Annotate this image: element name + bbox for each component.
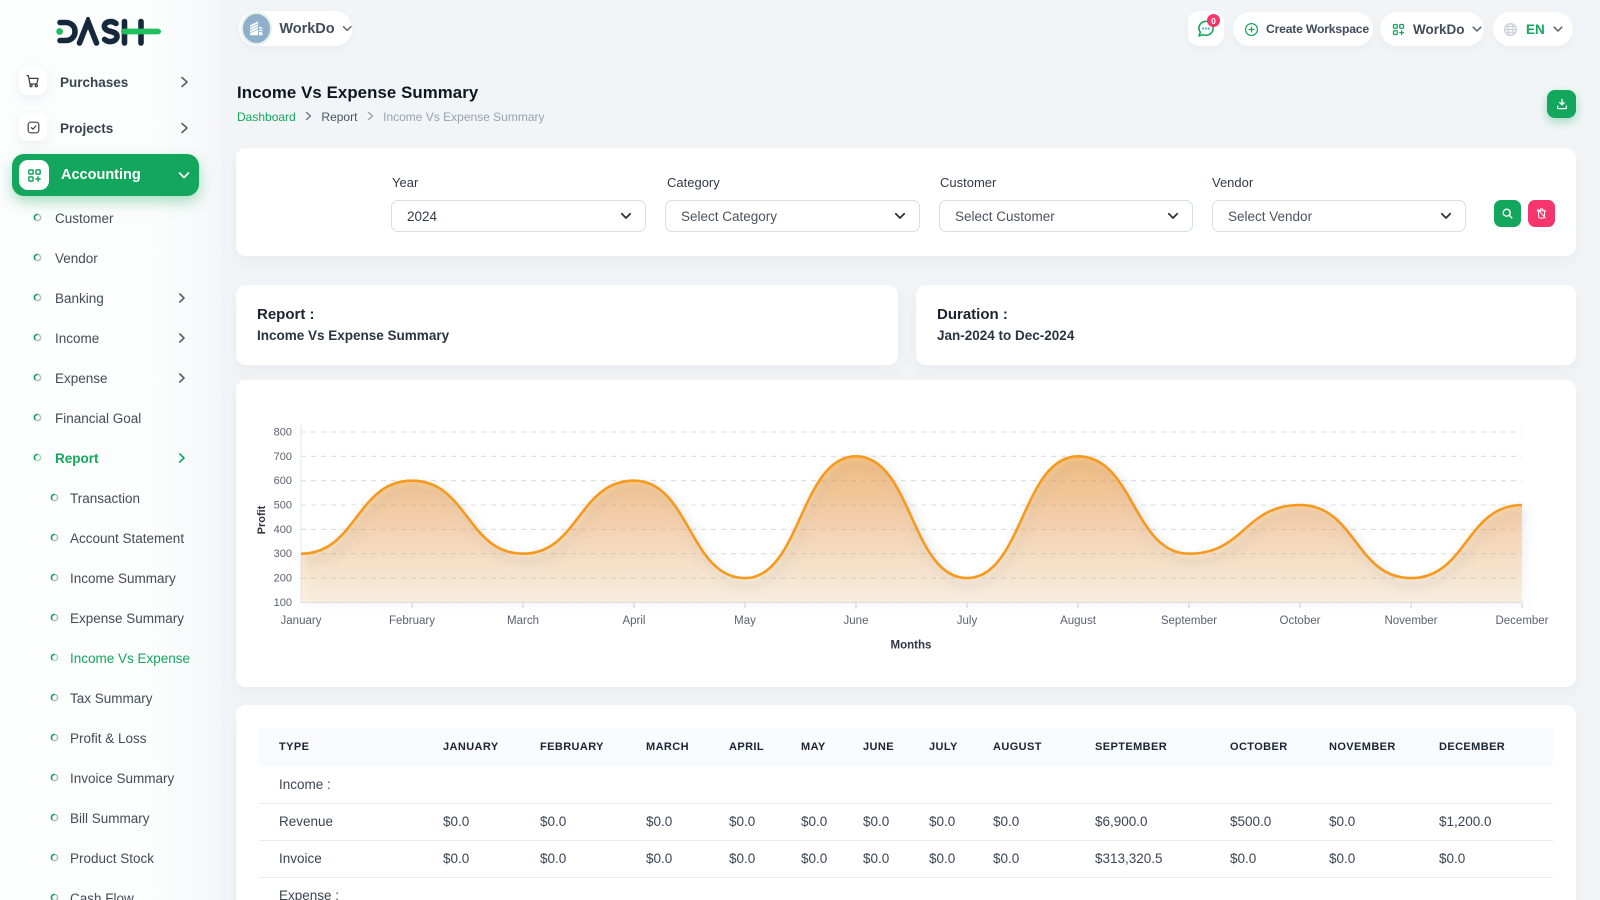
svg-text:March: March [507, 615, 539, 627]
svg-text:400: 400 [274, 524, 292, 536]
svg-text:300: 300 [274, 548, 292, 560]
svg-text:Months: Months [891, 640, 932, 652]
svg-text:June: June [844, 615, 869, 627]
svg-text:200: 200 [274, 573, 292, 585]
svg-text:January: January [281, 615, 322, 627]
svg-text:800: 800 [274, 427, 292, 439]
svg-text:April: April [622, 615, 645, 627]
svg-text:September: September [1161, 615, 1217, 627]
svg-text:700: 700 [274, 451, 292, 463]
svg-text:October: October [1280, 615, 1321, 627]
svg-text:500: 500 [274, 500, 292, 512]
svg-text:November: November [1384, 615, 1437, 627]
svg-text:February: February [389, 615, 435, 627]
svg-text:May: May [734, 615, 756, 627]
svg-text:Profit: Profit [256, 505, 268, 534]
svg-text:July: July [957, 615, 978, 627]
svg-text:100: 100 [274, 597, 292, 609]
svg-text:August: August [1060, 615, 1097, 627]
svg-text:600: 600 [274, 475, 292, 487]
svg-text:December: December [1495, 615, 1548, 627]
